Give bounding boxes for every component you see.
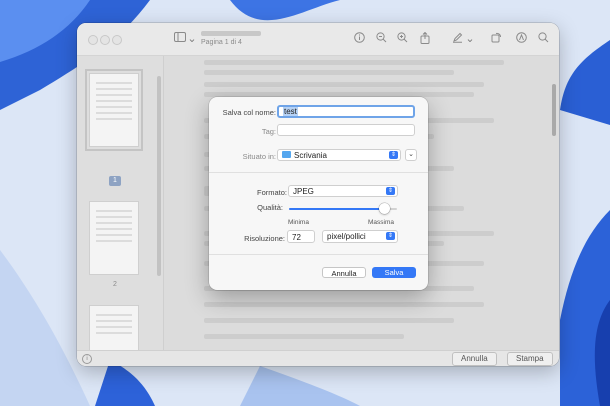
page-number: 1 xyxy=(109,176,121,186)
annotate-icon[interactable] xyxy=(514,32,528,46)
folder-icon xyxy=(282,151,291,159)
markup-pen-icon[interactable] xyxy=(450,32,464,46)
page-indicator: Pagina 1 di 4 xyxy=(201,39,242,46)
zoom-out-icon[interactable] xyxy=(374,32,388,46)
page-thumbnail[interactable] xyxy=(89,201,139,275)
quality-label: Qualità: xyxy=(257,203,283,212)
zoom-in-icon[interactable] xyxy=(395,32,409,46)
tags-field[interactable] xyxy=(277,124,415,136)
divider xyxy=(209,172,428,173)
location-value: Scrivania xyxy=(294,151,327,160)
cancel-button[interactable]: Annulla xyxy=(322,267,366,278)
resolution-unit-popup[interactable]: pixel/pollici ⇕ xyxy=(322,230,398,243)
page-number: 2 xyxy=(113,281,117,288)
info-icon[interactable] xyxy=(352,32,366,46)
popup-arrows-icon: ⇕ xyxy=(386,187,395,195)
filename-field[interactable]: test xyxy=(277,105,415,118)
search-icon[interactable] xyxy=(536,32,550,46)
rotate-icon[interactable] xyxy=(489,32,503,46)
save-dialog: Salva col nome: test Tag: Situato in: Sc… xyxy=(209,97,428,290)
location-popup[interactable]: Scrivania ⇕ xyxy=(277,149,401,161)
resolution-label: Risoluzione: xyxy=(244,234,285,243)
popup-arrows-icon: ⇕ xyxy=(386,232,395,240)
print-cancel-button[interactable]: Annulla xyxy=(452,352,497,366)
document-scrollbar[interactable] xyxy=(552,84,556,136)
sidebar-scrollbar[interactable] xyxy=(157,76,161,276)
location-label: Situato in: xyxy=(242,152,276,161)
quality-min-label: Minima xyxy=(288,219,309,226)
zoom-window-button[interactable] xyxy=(112,35,122,45)
window-titlebar: ⌄ Pagina 1 di 4 ⌄ xyxy=(77,23,559,56)
info-icon[interactable]: i xyxy=(82,354,92,364)
thumbnail-sidebar: 1 2 xyxy=(77,56,164,366)
format-popup[interactable]: JPEG ⇕ xyxy=(288,185,398,197)
format-value: JPEG xyxy=(293,187,314,196)
quality-slider-knob[interactable] xyxy=(378,203,390,214)
filename-value: test xyxy=(283,107,298,116)
quality-slider-fill xyxy=(289,208,385,210)
chevron-down-icon[interactable]: ⌄ xyxy=(463,32,477,46)
print-bottom-bar: i Annulla Stampa xyxy=(77,350,559,366)
resolution-unit-value: pixel/pollici xyxy=(327,232,366,241)
document-title xyxy=(201,31,261,36)
page-thumbnail[interactable] xyxy=(85,69,143,151)
close-window-button[interactable] xyxy=(88,35,98,45)
chevron-down-icon[interactable]: ⌄ xyxy=(185,32,199,46)
expand-dialog-button[interactable]: ⌄ xyxy=(405,149,417,161)
share-icon[interactable] xyxy=(418,31,432,46)
minimize-window-button[interactable] xyxy=(100,35,110,45)
popup-arrows-icon: ⇕ xyxy=(389,151,398,159)
tags-label: Tag: xyxy=(261,127,276,136)
resolution-field[interactable]: 72 xyxy=(287,230,315,243)
format-label: Formato: xyxy=(256,188,287,197)
save-as-label: Salva col nome: xyxy=(222,108,276,117)
quality-slider[interactable] xyxy=(289,203,397,214)
print-button[interactable]: Stampa xyxy=(507,352,553,366)
divider xyxy=(209,254,428,255)
quality-max-label: Massima xyxy=(368,219,395,226)
save-button[interactable]: Salva xyxy=(372,267,416,278)
